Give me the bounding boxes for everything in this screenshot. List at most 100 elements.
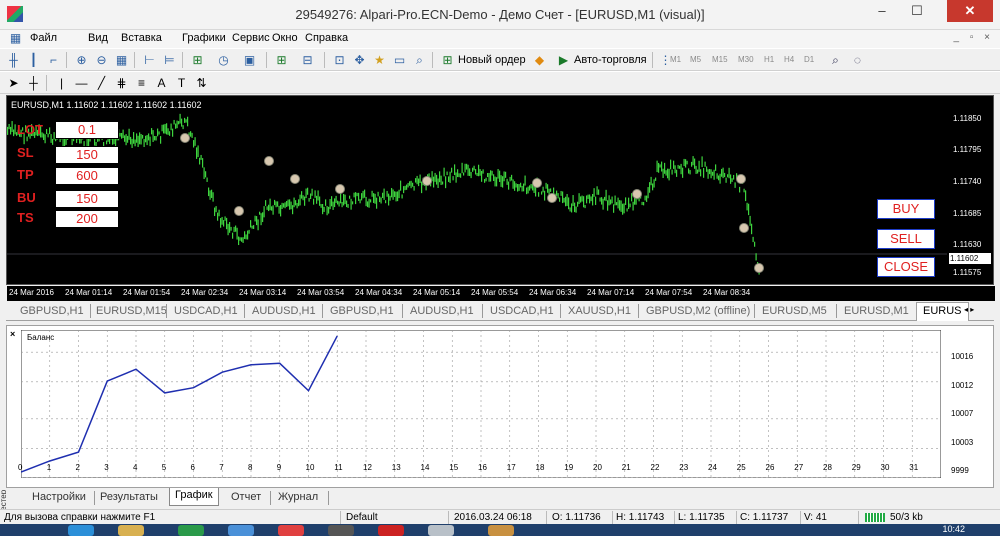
close-button[interactable]: CLOSE [877, 257, 935, 277]
app-menu-icon[interactable]: ▦ [8, 31, 23, 45]
mdi-window-buttons[interactable]: _ ▫ × [953, 32, 994, 43]
zoom-in-icon[interactable]: ⊕ [74, 53, 89, 67]
trade-marker[interactable] [180, 133, 190, 143]
vertical-line-icon[interactable]: | [54, 76, 69, 90]
data-window-icon[interactable]: ✥ [352, 53, 367, 67]
cursor-icon[interactable]: ➤ [6, 76, 21, 90]
trade-marker[interactable] [335, 184, 345, 194]
app-taskbar-icon[interactable] [178, 525, 204, 536]
ts-field[interactable]: 200 [55, 210, 119, 228]
channel-icon[interactable]: ≡ [134, 76, 149, 90]
metatrader-taskbar-icon[interactable] [488, 525, 514, 536]
line-chart-icon[interactable]: ⌐ [46, 53, 61, 67]
bu-field[interactable]: 150 [55, 190, 119, 208]
tab-report[interactable]: Отчет [231, 491, 261, 503]
tab-gbpusd-h1[interactable]: GBPUSD,H1 [20, 305, 84, 317]
navigator-icon[interactable]: ★ [372, 53, 387, 67]
tester-close-icon[interactable]: × [10, 329, 15, 339]
trade-marker[interactable] [290, 174, 300, 184]
new-order-icon[interactable]: ⊞ [440, 53, 455, 67]
trade-marker[interactable] [532, 178, 542, 188]
crosshair-icon[interactable]: ┼ [26, 76, 41, 90]
trade-marker[interactable] [739, 223, 749, 233]
tab-scroll-arrows[interactable]: ◂ ▸ [964, 305, 974, 314]
autotrading-icon[interactable]: ▶ [556, 53, 571, 67]
tab-audusd-h1[interactable]: AUDUSD,H1 [252, 305, 316, 317]
timeframe-h4[interactable]: H4 [784, 55, 794, 64]
tab-audusd-h1-2[interactable]: AUDUSD,H1 [410, 305, 474, 317]
trade-marker[interactable] [754, 263, 764, 273]
timeframe-h1[interactable]: H1 [764, 55, 774, 64]
sl-field[interactable]: 150 [55, 146, 119, 164]
trade-marker[interactable] [264, 156, 274, 166]
tab-eurusd-m5[interactable]: EURUSD,M5 [762, 305, 827, 317]
tp-field[interactable]: 600 [55, 167, 119, 185]
tab-gbpusd-h1-2[interactable]: GBPUSD,H1 [330, 305, 394, 317]
metaeditor-icon[interactable]: ◆ [532, 53, 547, 67]
price-chart[interactable]: EURUSD,M1 1.11602 1.11602 1.11602 1.1160… [6, 95, 995, 301]
app-taskbar-icon[interactable] [328, 525, 354, 536]
trade-marker[interactable] [422, 176, 432, 186]
app-taskbar-icon[interactable] [378, 525, 404, 536]
horizontal-line-icon[interactable]: — [74, 76, 89, 90]
new-order-button[interactable]: Новый ордер [458, 54, 526, 66]
app-taskbar-icon[interactable] [428, 525, 454, 536]
menu-file[interactable]: Файл [30, 32, 57, 44]
timeframe-m5[interactable]: M5 [690, 55, 701, 64]
timeframe-m30[interactable]: M30 [738, 55, 754, 64]
text-tool-icon[interactable]: A [154, 76, 169, 90]
tab-journal[interactable]: Журнал [278, 491, 318, 503]
menu-view[interactable]: Вид [88, 32, 108, 44]
timeframe-m15[interactable]: M15 [712, 55, 728, 64]
timeframe-m1[interactable]: M1 [670, 55, 681, 64]
menu-charts[interactable]: Графики [182, 32, 226, 44]
menu-insert[interactable]: Вставка [121, 32, 162, 44]
indicators-icon[interactable]: ⊞ [190, 53, 205, 67]
tab-results[interactable]: Результаты [100, 491, 158, 503]
new-chart-icon[interactable]: ⊞ [274, 53, 289, 67]
tab-usdcad-h1[interactable]: USDCAD,H1 [174, 305, 238, 317]
chat-icon[interactable]: ◌ [850, 53, 865, 67]
lot-field[interactable]: 0.1 [55, 121, 119, 139]
tab-xauusd-h1[interactable]: XAUUSD,H1 [568, 305, 631, 317]
buy-button[interactable]: BUY [877, 199, 935, 219]
autotrading-button[interactable]: Авто-торговля [574, 54, 647, 66]
status-profile[interactable]: Default [346, 512, 378, 523]
timeframe-d1[interactable]: D1 [804, 55, 814, 64]
strategy-tester-icon[interactable]: ⌕ [412, 53, 427, 67]
tab-graph[interactable]: График [169, 488, 219, 506]
bar-chart-icon[interactable]: ╫ [6, 53, 21, 67]
minimize-button[interactable]: – [867, 0, 897, 22]
maximize-button[interactable]: ☐ [902, 0, 932, 22]
tab-eurusd-m1[interactable]: EURUSD,M1 [844, 305, 909, 317]
tab-gbpusd-m2-offline[interactable]: GBPUSD,M2 (offline) [646, 305, 750, 317]
menu-help[interactable]: Справка [305, 32, 348, 44]
fibonacci-icon[interactable]: ⋕ [114, 76, 129, 90]
tab-settings[interactable]: Настройки [32, 491, 86, 503]
app-taskbar-icon[interactable] [278, 525, 304, 536]
tab-usdcad-h1-2[interactable]: USDCAD,H1 [490, 305, 554, 317]
tab-eurusd-m15[interactable]: EURUSD,M15 [96, 305, 167, 317]
search-icon[interactable]: ⌕ [828, 53, 843, 67]
text-label-icon[interactable]: T [174, 76, 189, 90]
auto-scroll-icon[interactable]: ⊢ [142, 53, 157, 67]
trade-marker[interactable] [632, 189, 642, 199]
trade-marker[interactable] [234, 206, 244, 216]
market-watch-icon[interactable]: ⊡ [332, 53, 347, 67]
candle-chart-icon[interactable]: ┃ [26, 53, 41, 67]
app-taskbar-icon[interactable] [228, 525, 254, 536]
trade-marker[interactable] [736, 174, 746, 184]
terminal-icon[interactable]: ▭ [392, 53, 407, 67]
connection-status-icon[interactable] [865, 513, 885, 522]
menu-window[interactable]: Окно [272, 32, 298, 44]
profiles-icon[interactable]: ⊟ [300, 53, 315, 67]
ie-taskbar-icon[interactable] [68, 525, 94, 536]
zoom-out-icon[interactable]: ⊖ [94, 53, 109, 67]
tab-eurusd-visual[interactable]: EURUS [916, 302, 969, 321]
trendline-icon[interactable]: ╱ [94, 76, 109, 90]
trade-marker[interactable] [547, 193, 557, 203]
menu-tools[interactable]: Сервис [232, 32, 270, 44]
periods-icon[interactable]: ◷ [216, 53, 231, 67]
close-window-button[interactable]: ✕ [947, 0, 993, 22]
arrows-icon[interactable]: ⇅ [194, 76, 209, 90]
